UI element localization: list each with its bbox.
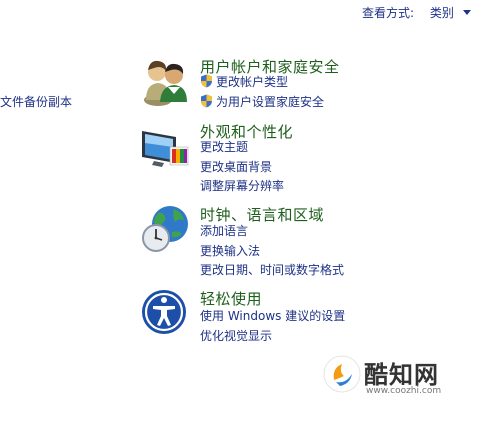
- family-safety-label: 为用户设置家庭安全: [216, 95, 325, 109]
- ease-of-access-icon[interactable]: [140, 288, 190, 338]
- view-by-dropdown[interactable]: 类别: [430, 6, 454, 20]
- appearance-icon[interactable]: [140, 123, 190, 173]
- users-icon[interactable]: [140, 56, 190, 106]
- view-by-selector: 查看方式: 类别: [362, 4, 471, 21]
- change-account-type-link[interactable]: 更改帐户类型: [200, 73, 288, 90]
- change-date-time-format-link[interactable]: 更改日期、时间或数字格式: [200, 261, 344, 278]
- category-clock-language-region: 时钟、语言和区域 添加语言 更换输入法 更改日期、时间或数字格式: [140, 204, 380, 277]
- view-by-label: 查看方式:: [362, 6, 415, 20]
- watermark-brand: 酷知网: [364, 361, 439, 389]
- coozhi-logo-icon: [323, 355, 361, 393]
- watermark: 酷知网 www.coozhi.com: [322, 354, 462, 404]
- change-account-type-label: 更改帐户类型: [216, 75, 289, 89]
- category-appearance: 外观和个性化 更改主题 更改桌面背景 调整屏幕分辨率: [140, 121, 360, 194]
- change-desktop-background-link[interactable]: 更改桌面背景: [200, 158, 272, 175]
- adjust-screen-resolution-link[interactable]: 调整屏幕分辨率: [200, 177, 284, 194]
- change-theme-link[interactable]: 更改主题: [200, 138, 248, 155]
- clock-globe-icon[interactable]: [140, 204, 190, 254]
- windows-recommended-settings-link[interactable]: 使用 Windows 建议的设置: [200, 307, 345, 324]
- category-ease-of-access: 轻松使用 使用 Windows 建议的设置 优化视觉显示: [140, 288, 380, 344]
- uac-shield-icon: [201, 94, 212, 108]
- ease-of-access-title[interactable]: 轻松使用: [200, 288, 262, 309]
- category-user-accounts: 用户帐户和家庭安全 更改帐户类型 为用户设置家庭安全: [140, 56, 360, 109]
- add-language-link[interactable]: 添加语言: [200, 222, 248, 239]
- optimize-visual-display-link[interactable]: 优化视觉显示: [200, 327, 272, 344]
- watermark-url: www.coozhi.com: [366, 386, 442, 396]
- change-input-method-link[interactable]: 更换输入法: [200, 242, 260, 259]
- family-safety-link[interactable]: 为用户设置家庭安全: [200, 93, 324, 110]
- uac-shield-icon: [201, 74, 212, 88]
- dropdown-arrow-icon[interactable]: [462, 10, 471, 15]
- backup-files-link[interactable]: 文件备份副本: [0, 93, 72, 110]
